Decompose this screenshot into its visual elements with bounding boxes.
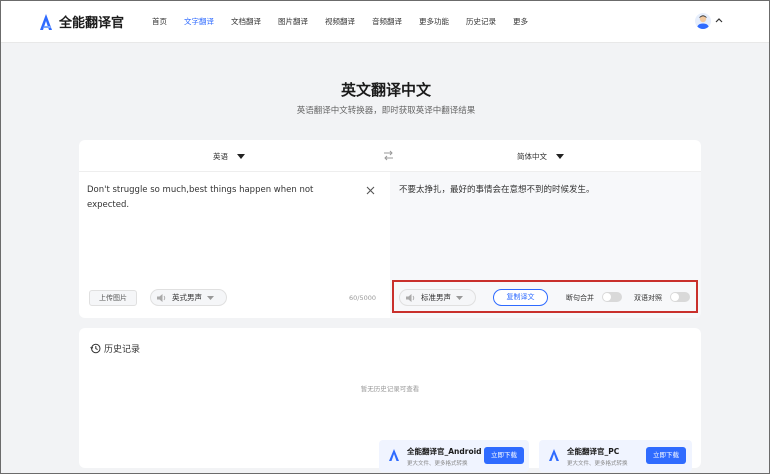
brand-logo[interactable]: 全能翻译官 [39,12,124,31]
android-app-promo: 全能翻译官_Android 更大文件、更多格式转换 立即下载 [379,440,529,472]
nav-doc-translate[interactable]: 文档翻译 [231,16,261,27]
nav-video-translate[interactable]: 视频翻译 [325,16,355,27]
top-header: 全能翻译官 首页 文字翻译 文档翻译 图片翻译 视频翻译 音频翻译 更多功能 历… [1,1,769,43]
pc-promo-subtitle: 更大文件、更多格式转换 [567,461,628,467]
swap-languages-icon[interactable] [383,150,394,161]
app-window: 全能翻译官 首页 文字翻译 文档翻译 图片翻译 视频翻译 音频翻译 更多功能 历… [0,0,770,474]
user-avatar[interactable] [695,13,711,29]
speaker-icon [157,293,166,302]
nav-history[interactable]: 历史记录 [466,16,496,27]
history-clock-icon [90,343,101,354]
pc-promo-title: 全能翻译官_PC [567,447,620,456]
chevron-up-icon[interactable] [715,17,723,23]
user-avatar-icon [697,15,709,29]
android-promo-subtitle: 更大文件、更多格式转换 [407,461,468,467]
caret-down-icon [556,154,564,159]
history-title: 历史记录 [104,345,141,355]
source-text-input[interactable]: Don't struggle so much,best things happe… [87,183,347,213]
source-pane: Don't struggle so much,best things happe… [79,172,390,318]
page-subtitle: 英语翻译中文转换器，即时获取英译中翻译结果 [296,106,476,116]
char-counter: 60/5000 [349,294,377,302]
pc-download-button[interactable]: 立即下载 [646,447,686,464]
target-language-select[interactable]: 简体中文 [517,151,564,162]
main-nav: 首页 文字翻译 文档翻译 图片翻译 视频翻译 音频翻译 更多功能 历史记录 更多 [152,16,545,27]
app-logo-icon [389,449,399,461]
caret-down-icon [207,295,214,300]
target-language-label: 简体中文 [517,152,547,161]
clear-icon[interactable] [366,186,375,195]
android-download-button[interactable]: 立即下载 [484,447,524,464]
app-logo-icon [549,449,559,461]
source-voice-select[interactable]: 英式男声 [150,289,227,306]
upload-image-button[interactable]: 上传图片 [89,290,137,306]
page-title: 英文翻译中文 [340,81,431,99]
nav-more[interactable]: 更多 [513,16,528,27]
language-bar: 英语 简体中文 [79,140,701,172]
highlight-annotation-box [392,280,698,313]
source-language-select[interactable]: 英语 [213,151,245,162]
logo-icon [40,13,52,30]
nav-image-translate[interactable]: 图片翻译 [278,16,308,27]
history-empty-text: 暂无历史记录可查看 [360,385,420,393]
source-language-label: 英语 [213,152,228,161]
android-promo-title: 全能翻译官_Android [407,447,482,456]
brand-name: 全能翻译官 [59,16,125,31]
source-voice-label: 英式男声 [172,293,202,302]
history-header: 历史记录 [90,342,140,355]
nav-text-translate[interactable]: 文字翻译 [184,16,214,27]
nav-audio-translate[interactable]: 音频翻译 [372,16,402,27]
nav-more-features[interactable]: 更多功能 [419,16,449,27]
nav-home[interactable]: 首页 [152,16,167,27]
pc-app-promo: 全能翻译官_PC 更大文件、更多格式转换 立即下载 [539,440,692,472]
translation-output: 不要太挣扎，最好的事情会在意想不到的时候发生。 [399,185,595,195]
caret-down-icon [237,154,245,159]
